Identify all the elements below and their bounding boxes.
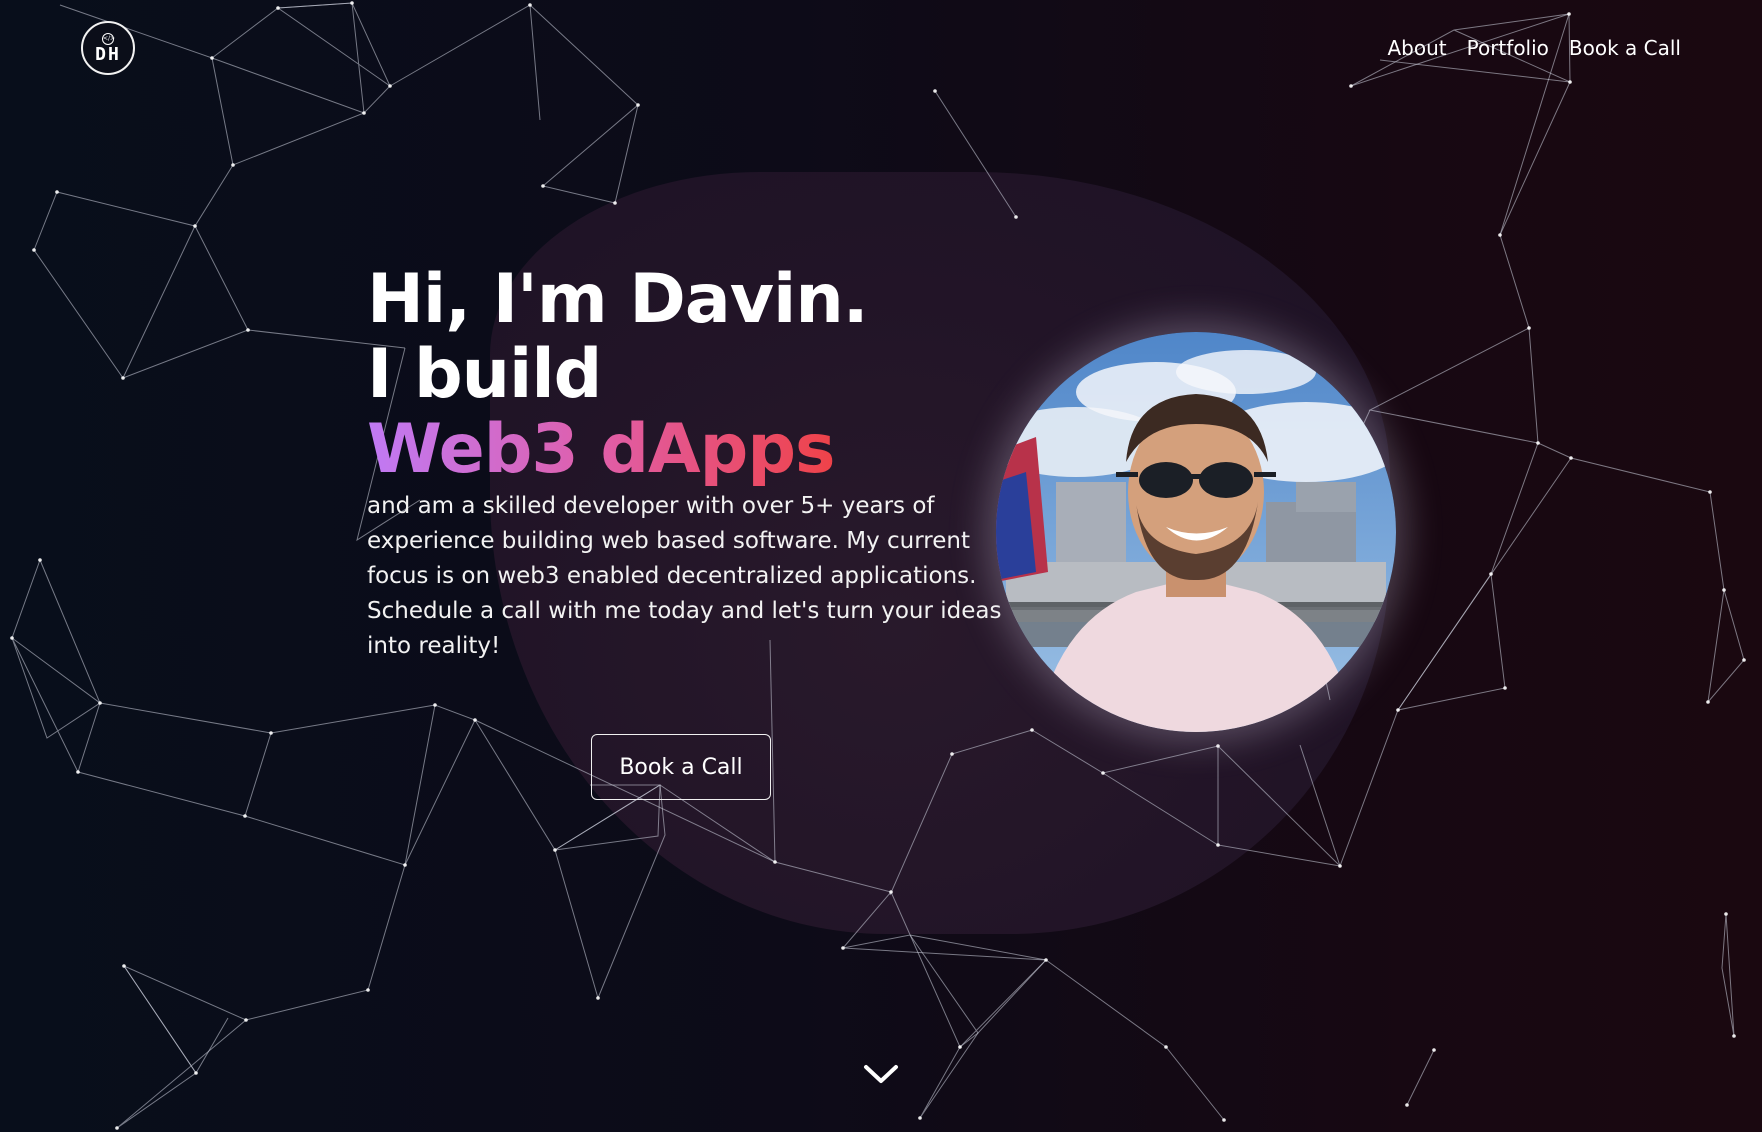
hero-line-2: I build xyxy=(367,335,602,414)
code-icon: </> xyxy=(102,32,115,45)
book-a-call-button[interactable]: Book a Call xyxy=(591,734,771,800)
logo[interactable]: </> DH xyxy=(81,21,135,75)
top-nav: About Portfolio Book a Call xyxy=(1387,36,1681,60)
hero-greeting: Hi, I'm Davin. xyxy=(367,260,869,339)
nav-link-portfolio[interactable]: Portfolio xyxy=(1467,36,1549,60)
hero-text: Hi, I'm Davin. I build Web3 dApps and am… xyxy=(367,262,1007,664)
logo-monogram: DH xyxy=(95,43,121,65)
nav-link-about[interactable]: About xyxy=(1387,36,1446,60)
profile-photo xyxy=(996,332,1396,732)
hero-description: and am a skilled developer with over 5+ … xyxy=(367,493,1002,659)
chevron-down-icon[interactable] xyxy=(862,1060,900,1088)
hero-highlight: Web3 dApps xyxy=(367,410,835,489)
nav-link-book-a-call[interactable]: Book a Call xyxy=(1569,36,1681,60)
page: </> DH About Portfolio Book a Call Hi, I… xyxy=(0,0,1762,1132)
